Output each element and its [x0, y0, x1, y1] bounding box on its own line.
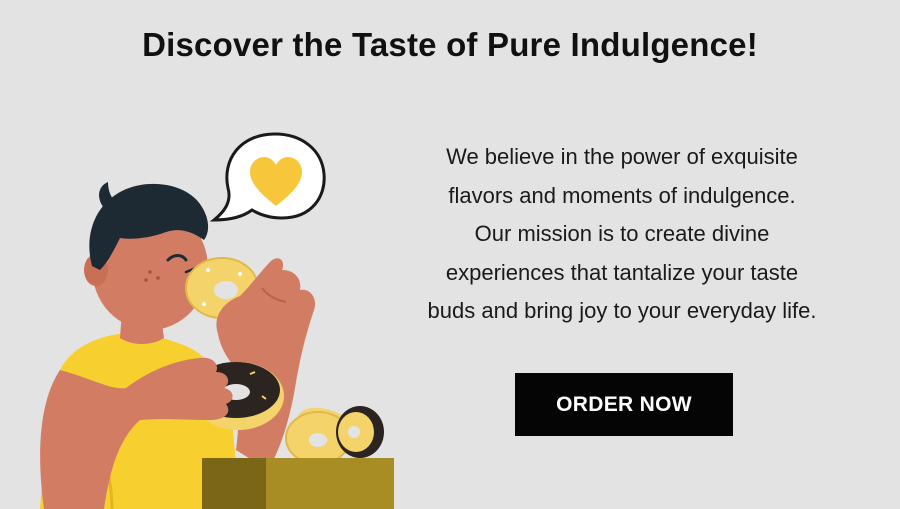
- speech-bubble-icon: [209, 132, 326, 222]
- mission-line: Our mission is to create divine: [474, 221, 770, 246]
- mission-statement: We believe in the power of exquisite fla…: [372, 138, 872, 331]
- mission-line: We believe in the power of exquisite: [446, 144, 798, 169]
- page-title: Discover the Taste of Pure Indulgence!: [142, 26, 758, 63]
- mission-line: buds and bring joy to your everyday life…: [427, 298, 817, 323]
- mission-line: experiences that tantalize your taste: [445, 259, 799, 285]
- donut-eating-illustration: [40, 132, 394, 509]
- order-now-button[interactable]: ORDER NOW: [515, 373, 733, 436]
- hero-section: Discover the Taste of Pure Indulgence! W…: [0, 0, 900, 509]
- mission-line: flavors and moments of indulgence.: [448, 182, 796, 208]
